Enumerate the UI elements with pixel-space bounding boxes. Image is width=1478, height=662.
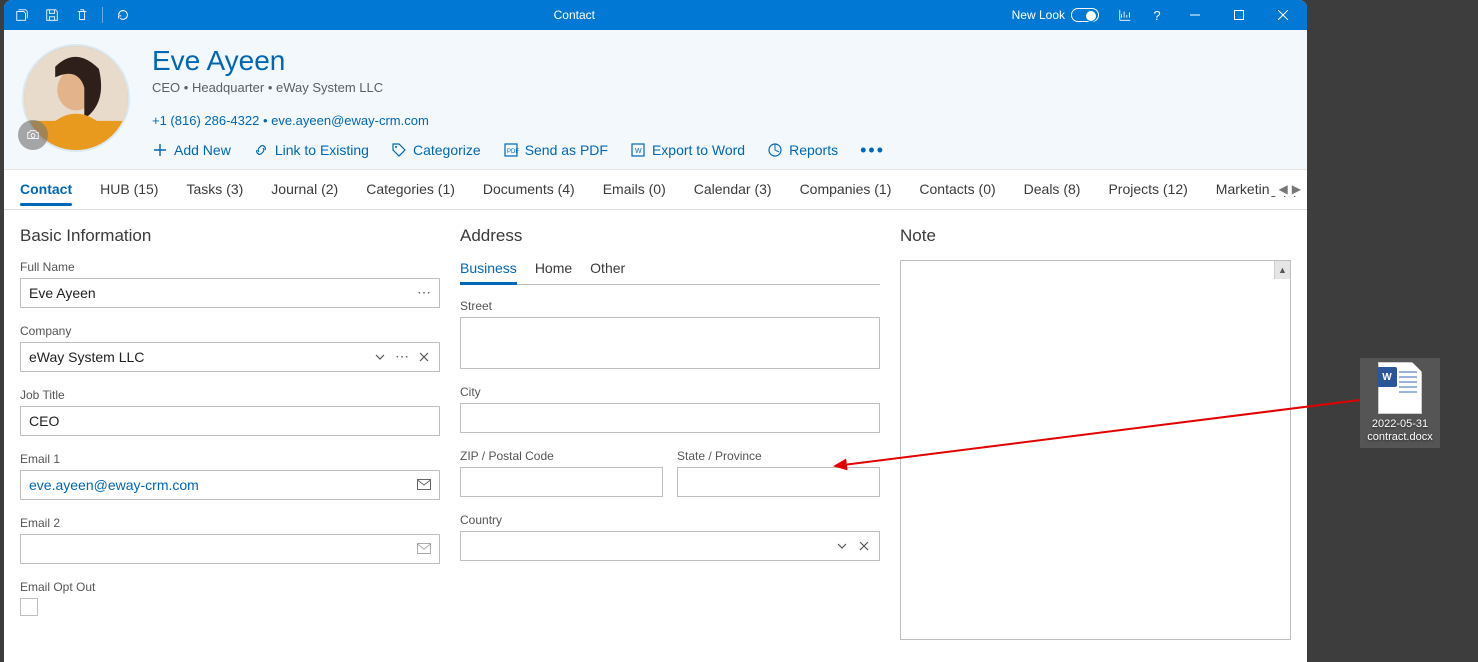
close-button[interactable] xyxy=(1263,0,1303,30)
full-name-value: Eve Ayeen xyxy=(29,285,413,301)
word-doc-icon: W xyxy=(1378,362,1422,414)
note-scroll-up-icon[interactable]: ▲ xyxy=(1274,261,1290,279)
contact-subtitle: CEO • Headquarter • eWay System LLC xyxy=(152,80,1289,95)
tab-documents[interactable]: Documents (4) xyxy=(483,181,575,197)
tab-companies[interactable]: Companies (1) xyxy=(800,181,892,197)
country-dropdown-icon[interactable] xyxy=(831,534,853,558)
email1-field[interactable]: eve.ayeen@eway-crm.com xyxy=(20,470,440,500)
maximize-button[interactable] xyxy=(1219,0,1259,30)
email1-label: Email 1 xyxy=(20,452,440,466)
tab-categories[interactable]: Categories (1) xyxy=(366,181,455,197)
full-name-label: Full Name xyxy=(20,260,440,274)
titlebar: Contact New Look ? xyxy=(4,0,1307,30)
tab-projects[interactable]: Projects (12) xyxy=(1108,181,1187,197)
optout-checkbox[interactable] xyxy=(20,598,38,616)
tab-contacts[interactable]: Contacts (0) xyxy=(919,181,995,197)
address-tab-home[interactable]: Home xyxy=(535,260,572,284)
tab-emails[interactable]: Emails (0) xyxy=(603,181,666,197)
link-existing-label: Link to Existing xyxy=(275,142,369,158)
reports-button[interactable]: Reports xyxy=(767,142,838,158)
new-look-toggle[interactable]: New Look xyxy=(1012,8,1099,22)
save-all-icon[interactable] xyxy=(8,1,36,29)
job-title-value: CEO xyxy=(29,413,59,429)
link-existing-button[interactable]: Link to Existing xyxy=(253,142,369,158)
categorize-button[interactable]: Categorize xyxy=(391,142,481,158)
address-tab-other[interactable]: Other xyxy=(590,260,625,284)
zip-field[interactable] xyxy=(460,467,663,497)
company-label: Company xyxy=(20,324,440,338)
send-pdf-label: Send as PDF xyxy=(525,142,608,158)
svg-text:PDF: PDF xyxy=(507,149,519,155)
tab-contact[interactable]: Contact xyxy=(20,181,72,197)
state-label: State / Province xyxy=(677,449,880,463)
delete-icon[interactable] xyxy=(68,1,96,29)
desktop-file-name: 2022-05-31 contract.docx xyxy=(1362,418,1438,444)
note-section-title: Note xyxy=(900,226,1291,246)
more-actions-button[interactable]: ••• xyxy=(860,140,885,161)
contact-name: Eve Ayeen xyxy=(152,44,1289,78)
country-clear-icon[interactable] xyxy=(853,534,875,558)
job-title-field[interactable]: CEO xyxy=(20,406,440,436)
reports-label: Reports xyxy=(789,142,838,158)
optout-label: Email Opt Out xyxy=(20,580,440,594)
address-section-title: Address xyxy=(460,226,880,246)
add-new-label: Add New xyxy=(174,142,231,158)
toggle-icon[interactable] xyxy=(1071,8,1099,22)
full-name-options-icon[interactable]: ⋯ xyxy=(413,281,435,305)
company-field[interactable]: eWay System LLC ⋯ xyxy=(20,342,440,372)
new-look-label: New Look xyxy=(1012,8,1065,22)
basic-section-title: Basic Information xyxy=(20,226,440,246)
city-field[interactable] xyxy=(460,403,880,433)
save-icon[interactable] xyxy=(38,1,66,29)
email2-mail-icon[interactable] xyxy=(413,537,435,561)
email2-field[interactable] xyxy=(20,534,440,564)
desktop-file[interactable]: W 2022-05-31 contract.docx xyxy=(1360,358,1440,448)
address-tab-business[interactable]: Business xyxy=(460,260,517,284)
city-label: City xyxy=(460,385,880,399)
state-field[interactable] xyxy=(677,467,880,497)
add-new-button[interactable]: Add New xyxy=(152,142,231,158)
minimize-button[interactable] xyxy=(1175,0,1215,30)
chart-icon[interactable] xyxy=(1111,1,1139,29)
export-word-label: Export to Word xyxy=(652,142,745,158)
zip-label: ZIP / Postal Code xyxy=(460,449,663,463)
send-pdf-button[interactable]: PDF Send as PDF xyxy=(503,142,608,158)
full-name-field[interactable]: Eve Ayeen ⋯ xyxy=(20,278,440,308)
street-label: Street xyxy=(460,299,880,313)
tabs-row: Contact HUB (15) Tasks (3) Journal (2) C… xyxy=(4,170,1307,210)
email1-value: eve.ayeen@eway-crm.com xyxy=(29,477,413,493)
tab-deals[interactable]: Deals (8) xyxy=(1024,181,1081,197)
action-toolbar: Add New Link to Existing Categorize PDF … xyxy=(152,140,1289,161)
company-options-icon[interactable]: ⋯ xyxy=(391,345,413,369)
refresh-icon[interactable] xyxy=(109,1,137,29)
export-word-button[interactable]: W Export to Word xyxy=(630,142,745,158)
email1-mail-icon[interactable] xyxy=(413,473,435,497)
contact-header: Eve Ayeen CEO • Headquarter • eWay Syste… xyxy=(4,30,1307,170)
svg-text:W: W xyxy=(635,148,642,155)
company-dropdown-icon[interactable] xyxy=(369,345,391,369)
tab-journal[interactable]: Journal (2) xyxy=(271,181,338,197)
country-label: Country xyxy=(460,513,880,527)
tabs-scroll-right-icon[interactable]: ▶ xyxy=(1292,182,1301,196)
tab-tasks[interactable]: Tasks (3) xyxy=(186,181,243,197)
email2-label: Email 2 xyxy=(20,516,440,530)
tabs-scroll-left-icon[interactable]: ◀ xyxy=(1279,182,1288,196)
camera-icon[interactable] xyxy=(18,120,48,150)
note-textarea[interactable]: ▲ xyxy=(900,260,1291,640)
window-title: Contact xyxy=(137,8,1012,22)
job-title-label: Job Title xyxy=(20,388,440,402)
tab-calendar[interactable]: Calendar (3) xyxy=(694,181,772,197)
help-icon[interactable]: ? xyxy=(1143,1,1171,29)
tab-hub[interactable]: HUB (15) xyxy=(100,181,158,197)
contact-meta: +1 (816) 286-4322 • eve.ayeen@eway-crm.c… xyxy=(152,113,1289,128)
company-clear-icon[interactable] xyxy=(413,345,435,369)
country-field[interactable] xyxy=(460,531,880,561)
company-value: eWay System LLC xyxy=(29,349,369,365)
categorize-label: Categorize xyxy=(413,142,481,158)
street-field[interactable] xyxy=(460,317,880,369)
contact-window: Contact New Look ? xyxy=(4,0,1307,662)
